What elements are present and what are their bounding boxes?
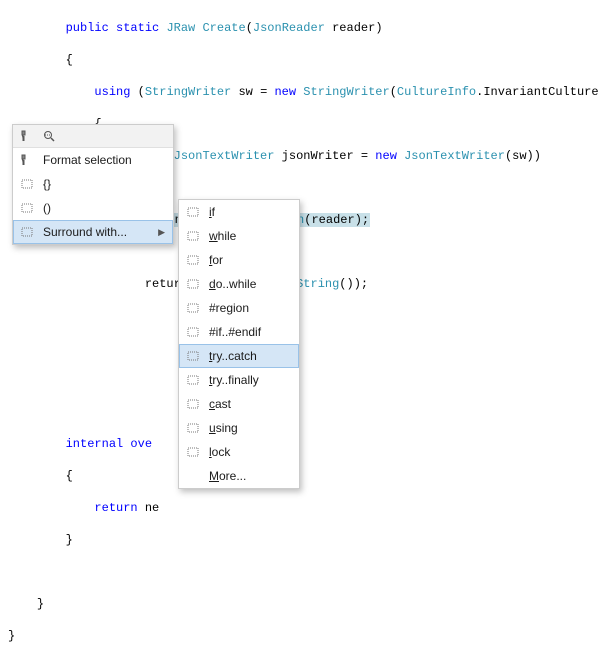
submenu-item-if[interactable]: if [179,200,299,224]
menu-label: cast [209,397,291,411]
surround-icon [185,396,201,412]
surround-icon [19,200,35,216]
submenu-item-region[interactable]: #region [179,296,299,320]
menu-item-format[interactable]: Format selection [13,148,173,172]
menu-label: () [43,201,165,215]
menu-label: using [209,421,291,435]
surround-icon [185,420,201,436]
menu-item-surround[interactable]: Surround with... ▶ [13,220,173,244]
menu-label: for [209,253,291,267]
menu-label: {} [43,177,165,191]
submenu-item-trycatch[interactable]: try..catch [179,344,299,368]
code-line [8,372,600,388]
surround-icon [185,300,201,316]
code-editor[interactable]: public static JRaw Create(JsonReader rea… [0,0,600,660]
code-line [8,340,600,356]
code-line: return new JRaw(sw.ToString()); [8,276,600,292]
code-line [8,404,600,420]
brush-icon [19,152,35,168]
code-line: using (StringWriter sw = new StringWrite… [8,84,600,100]
surround-icon [185,372,201,388]
surround-icon [185,276,201,292]
menu-label: while [209,229,291,243]
submenu-item-while[interactable]: while [179,224,299,248]
brush-icon[interactable] [19,128,35,144]
code-line: { [8,468,600,484]
menu-label: lock [209,445,291,459]
menu-label: Format selection [43,153,165,167]
submenu-item-lock[interactable]: lock [179,440,299,464]
menu-label: Surround with... [43,225,150,239]
code-line: internal ove loneToken() [8,436,600,452]
submenu-item-ifendif[interactable]: #if..#endif [179,320,299,344]
code-line [8,244,600,260]
menu-label: #if..#endif [209,325,291,339]
surround-icon [185,324,201,340]
menu-label: More... [209,469,291,483]
surround-icon [185,348,201,364]
surround-icon [19,176,35,192]
submenu-item-using[interactable]: using [179,416,299,440]
submenu-item-cast[interactable]: cast [179,392,299,416]
context-menu: Format selection {} () Surround with... … [12,124,174,245]
blank-icon [185,468,201,484]
submenu-item-dowhile[interactable]: do..while [179,272,299,296]
code-line [8,564,600,580]
menu-toolbar [13,125,173,148]
menu-item-braces[interactable]: {} [13,172,173,196]
chevron-right-icon: ▶ [158,227,165,238]
menu-label: #region [209,301,291,315]
code-line: } [8,532,600,548]
menu-label: if [209,205,291,219]
code-line: { [8,52,600,68]
menu-label: do..while [209,277,291,291]
surround-icon [185,228,201,244]
submenu-item-tryfinally[interactable]: try..finally [179,368,299,392]
menu-label: try..finally [209,373,291,387]
menu-item-parens[interactable]: () [13,196,173,220]
find-icon[interactable] [41,128,57,144]
submenu-item-for[interactable]: for [179,248,299,272]
surround-icon [185,444,201,460]
surround-submenu: if while for do..while #region #if..#end… [178,199,300,489]
surround-icon [19,224,35,240]
code-line: } [8,628,600,644]
surround-icon [185,252,201,268]
code-line: } [8,596,600,612]
code-line: return ne [8,500,600,516]
code-line: public static JRaw Create(JsonReader rea… [8,20,600,36]
code-line [8,308,600,324]
surround-icon [185,204,201,220]
submenu-item-more[interactable]: More... [179,464,299,488]
menu-label: try..catch [209,349,291,363]
